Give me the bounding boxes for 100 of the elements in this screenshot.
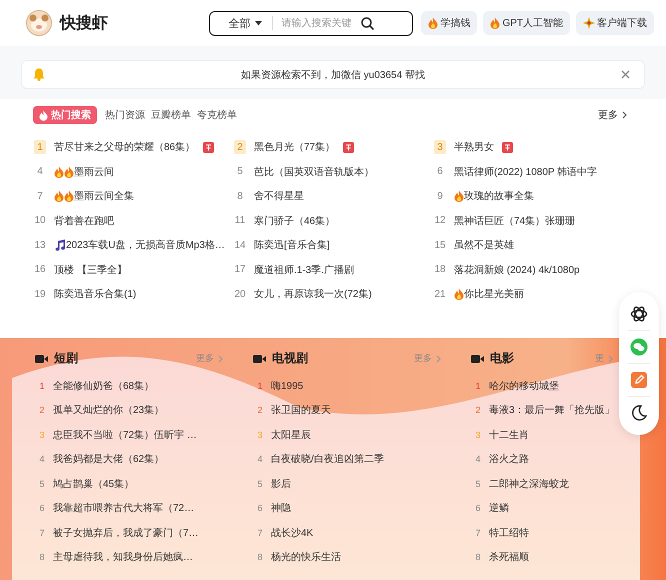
hot-search-link[interactable]: 寒门骄子（46集） xyxy=(254,214,336,228)
title-link[interactable]: 杀死福顺 xyxy=(489,550,529,564)
close-button[interactable] xyxy=(621,70,630,79)
header-button[interactable]: 客户端下载 xyxy=(576,11,654,35)
hot-search-link[interactable]: 墨雨云间全集 xyxy=(54,189,134,204)
title-link[interactable]: 特工绍特 xyxy=(489,526,529,540)
rank-number: 1 xyxy=(474,380,482,391)
rank-number: 9 xyxy=(436,190,444,204)
hot-search-link[interactable]: 舍不得星星 xyxy=(254,189,304,204)
title-link[interactable]: 毒液3：最后一舞「抢先版」 xyxy=(489,403,615,418)
bell-icon xyxy=(33,68,45,81)
title-link[interactable]: 孤单又灿烂的你（23集） xyxy=(53,403,164,418)
rank-number: 21 xyxy=(434,288,446,302)
title-link[interactable]: 我爸妈都是大佬（62集） xyxy=(53,452,164,466)
rank-number: 13 xyxy=(34,238,46,252)
rank-number: 6 xyxy=(38,503,46,514)
hot-search-link[interactable]: 落花洞新娘 (2024) 4k/1080p xyxy=(454,262,580,277)
search-icon xyxy=(361,16,374,30)
title-link[interactable]: 忠臣我不当啦（72集）伍昕宇 … xyxy=(53,428,197,442)
title-link[interactable]: 哈尔的移动城堡 xyxy=(489,378,559,393)
hot-search-link[interactable]: 2023车载U盘，无损高音质Mp3格… xyxy=(54,238,225,252)
tab[interactable]: 豆瓣榜单 xyxy=(150,106,192,124)
title-link[interactable]: 战长沙4K xyxy=(271,526,314,540)
title-link[interactable]: 嗨1995 xyxy=(271,378,304,393)
rank-number: 8 xyxy=(474,552,482,562)
rank-number: 5 xyxy=(474,478,482,489)
rank-number: 6 xyxy=(436,165,444,179)
flame-icon xyxy=(39,110,48,120)
hot-tag-icon xyxy=(203,142,214,153)
music-note-icon xyxy=(54,239,66,252)
hot-search-link[interactable]: 黑色月光（77集） xyxy=(254,140,336,154)
chevron-icon xyxy=(218,354,223,362)
logo-text: 快搜虾 xyxy=(60,14,108,34)
search-button[interactable] xyxy=(361,16,374,30)
flame-icon xyxy=(54,166,64,178)
tab[interactable]: 热门资源 xyxy=(104,106,146,124)
title-link[interactable]: 影后 xyxy=(271,476,291,491)
hot-search-link[interactable]: 背着善在跑吧 xyxy=(54,214,114,228)
title-link[interactable]: 主母虐待我，知我身份后她疯… xyxy=(53,550,193,564)
rank-number: 20 xyxy=(234,288,246,302)
rank-number: 1 xyxy=(256,380,264,391)
title-link[interactable]: 浴火之路 xyxy=(489,452,529,466)
rank-number: 2 xyxy=(474,405,482,416)
rank-number: 3 xyxy=(474,430,482,440)
rank-number: 8 xyxy=(256,552,264,562)
rank-number: 6 xyxy=(474,503,482,514)
chevron-icon xyxy=(436,354,441,362)
title-link[interactable]: 太阳星辰 xyxy=(271,428,311,442)
hot-tag-icon xyxy=(502,142,513,153)
hot-search-link[interactable]: 苦尽甘来之父母的荣耀（86集） xyxy=(54,140,196,154)
rank-number: 2 xyxy=(234,140,246,154)
section-title: 电视剧 xyxy=(272,350,308,367)
rank-number: 16 xyxy=(34,263,46,277)
hot-search-link[interactable]: 黑神话巨匠（74集）张珊珊 xyxy=(454,214,576,228)
title-link[interactable]: 十二生肖 xyxy=(489,428,529,442)
section-title: 电影 xyxy=(490,350,514,367)
title-link[interactable]: 张卫国的夏天 xyxy=(271,403,331,418)
title-link[interactable]: 神隐 xyxy=(271,501,291,516)
title-link[interactable]: 逆鳞 xyxy=(489,501,509,516)
title-link[interactable]: 我靠超市喂养古代大将军（72… xyxy=(53,501,194,516)
tab[interactable]: 夸克榜单 xyxy=(196,106,238,124)
rank-number: 11 xyxy=(234,214,246,228)
rank-number: 1 xyxy=(34,140,46,154)
flame-icon xyxy=(454,288,464,300)
hot-search-link[interactable]: 魔道祖师.1-3季.广播剧 xyxy=(254,262,354,277)
title-link[interactable]: 杨光的快乐生活 xyxy=(271,550,341,564)
header-button[interactable]: GPT人工智能 xyxy=(483,11,570,35)
hot-search-link[interactable]: 虽然不是英雄 xyxy=(454,238,514,252)
rank-number: 12 xyxy=(434,214,446,228)
rank-number: 18 xyxy=(434,263,446,277)
hot-search-link[interactable]: 半熟男女 xyxy=(454,140,494,154)
rank-number: 17 xyxy=(234,263,246,277)
rank-number: 3 xyxy=(38,430,46,440)
more-link[interactable]: 更多 xyxy=(598,108,627,122)
title-link[interactable]: 鸠占鹊巢（45集） xyxy=(53,476,134,491)
title-link[interactable]: 被子女抛弃后，我成了豪门（7… xyxy=(53,526,199,540)
hot-search-link[interactable]: 陈奕迅音乐合集(1) xyxy=(54,287,136,302)
hot-search-link[interactable]: 你比星光美丽 xyxy=(454,287,524,302)
rank-number: 3 xyxy=(434,140,446,154)
title-link[interactable]: 白夜破晓/白夜追凶第二季 xyxy=(271,452,384,466)
title-link[interactable]: 二郎神之深海蛟龙 xyxy=(489,476,569,491)
hot-search-link[interactable]: 顶楼 【三季全】 xyxy=(54,262,127,277)
hot-search-link[interactable]: 玫瑰的故事全集 xyxy=(454,189,534,204)
rank-number: 5 xyxy=(38,478,46,489)
flame-icon xyxy=(490,17,500,29)
flame-icon xyxy=(454,190,464,202)
video-camera-icon xyxy=(253,354,266,364)
rank-number: 10 xyxy=(34,214,46,228)
scope-dropdown[interactable]: 全部 xyxy=(216,16,272,30)
hot-search-link[interactable]: 女儿，再原谅我一次(72集) xyxy=(254,287,372,302)
title-link[interactable]: 全能修仙奶爸（68集） xyxy=(53,378,154,393)
header-button[interactable]: 学搞钱 xyxy=(421,11,478,35)
hot-search-link[interactable]: 墨雨云间 xyxy=(54,164,114,179)
hot-search-link[interactable]: 黑话律师(2022) 1080P 韩语中字 xyxy=(454,164,598,179)
hot-search-link[interactable]: 芭比（国英双语音轨版本） xyxy=(254,164,374,179)
section-title: 短剧 xyxy=(54,350,78,367)
notice-text: 如果资源检索不到，加微信 yu03654 帮找 xyxy=(240,68,426,82)
wechat-icon xyxy=(630,338,648,356)
flame-icon xyxy=(64,190,74,202)
hot-search-link[interactable]: 陈奕迅[音乐合集] xyxy=(254,238,330,252)
